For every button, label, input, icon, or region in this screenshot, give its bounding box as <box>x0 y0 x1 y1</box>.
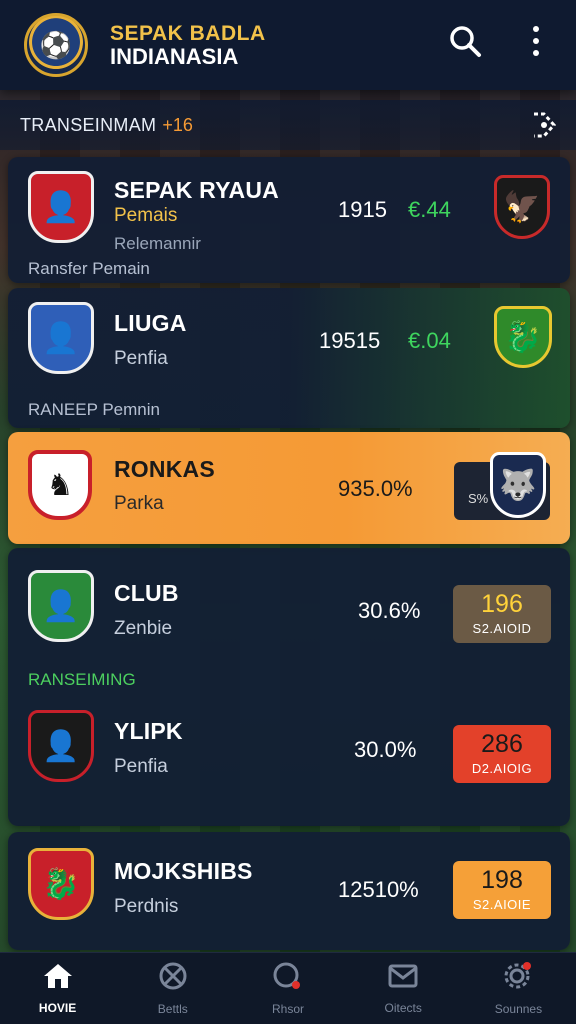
value-delta: €.04 <box>408 328 451 353</box>
stat-pill[interactable]: 198 S2.AIOIE <box>453 861 551 919</box>
player-crest-icon: 👤 <box>28 710 94 782</box>
section-badge: +16 <box>162 114 193 135</box>
stat-pill-number: 198 <box>481 866 523 894</box>
nav-label: Sounnes <box>494 1002 543 1016</box>
nav-referee[interactable]: Rhsor <box>230 953 345 1024</box>
nav-home[interactable]: HOVIE <box>0 953 115 1024</box>
player-subtitle: Penfia <box>114 348 168 369</box>
player-card[interactable]: 👤 SEPAK RYAUA Pemais Relemannir Ransfer … <box>8 157 570 283</box>
ball-icon <box>158 961 188 998</box>
nav-label: Rhsor <box>272 1002 305 1016</box>
transfer-value: 1915 <box>338 197 387 222</box>
transfer-value: 30.0% <box>354 737 417 762</box>
inbox-icon <box>387 962 419 997</box>
transfer-footer: RANEEP Pemnin <box>28 400 160 419</box>
app-logo-icon: ⚽ <box>24 13 88 77</box>
player-name: CLUB <box>114 580 179 606</box>
nav-label: Bettls <box>157 1002 188 1016</box>
transfer-value: 12510% <box>338 877 419 902</box>
bottom-nav: HOVIE Bettls Rhsor Oitects Sounnes <box>0 952 576 1024</box>
stat-pill-label: S2.AIOID <box>472 621 532 636</box>
stat-pill-number: 286 <box>481 730 523 758</box>
home-icon <box>42 962 74 997</box>
share-icon[interactable] <box>528 110 558 147</box>
player-subtitle: Parka <box>114 493 164 514</box>
player-subtitle: Zenbie <box>114 618 173 639</box>
stat-pill-number: 196 <box>481 590 523 618</box>
transfer-footer: RANSEIMING <box>28 670 136 689</box>
transfer-value: 19515 <box>319 328 381 353</box>
stat-pill[interactable]: 196 S2.AIOID <box>453 585 551 643</box>
player-name: YLIPK <box>114 718 183 744</box>
player-list-group: 👤 CLUB Zenbie 30.6% 196 S2.AIOID RANSEIM… <box>8 548 570 826</box>
search-icon[interactable] <box>448 24 482 67</box>
player-card-highlighted[interactable]: ♞ RONKAS Parka 935.0% S% 🐺 <box>8 432 570 544</box>
player-line3: Relemannir <box>114 234 201 253</box>
player-subtitle: Pemais <box>114 205 178 226</box>
value-pill-text: S% <box>468 490 489 506</box>
settings-icon <box>502 961 534 998</box>
transfer-footer: Ransfer Pemain <box>28 259 150 278</box>
club-badge-icon: 🐉 <box>494 306 552 368</box>
whistle-icon <box>272 961 304 998</box>
player-card[interactable]: 🐉 MOJKSHIBS Perdnis 12510% 198 S2.AIOIE <box>8 832 570 950</box>
stat-pill-label: S2.AIOIE <box>472 897 532 912</box>
player-name: LIUGA <box>114 310 187 336</box>
nav-label: HOVIE <box>38 1001 77 1015</box>
app-title-line2: INDIANASIA <box>110 43 239 69</box>
stat-pill[interactable]: 286 D2.AIOIG <box>453 725 551 783</box>
player-crest-icon: 👤 <box>28 302 94 374</box>
transfer-value: 30.6% <box>358 598 421 623</box>
club-badge-icon: 🦅 <box>494 175 550 239</box>
app-title-line1: SEPAK BADLA <box>110 21 266 45</box>
transfer-value: 935.0% <box>338 476 413 501</box>
club-crest-icon: ♞ <box>28 450 92 520</box>
stat-pill-label: D2.AIOIG <box>471 761 533 776</box>
nav-bets[interactable]: Bettls <box>115 953 230 1024</box>
player-crest-icon: 👤 <box>28 570 94 642</box>
player-name: SEPAK RYAUA <box>114 177 279 203</box>
nav-settings[interactable]: Sounnes <box>461 953 576 1024</box>
section-header: TRANSEINMAM +16 <box>0 100 576 150</box>
section-title: TRANSEINMAM <box>20 114 157 135</box>
nav-label: Oitects <box>384 1001 422 1015</box>
nav-objects[interactable]: Oitects <box>346 953 461 1024</box>
app-header: ⚽ SEPAK BADLA INDIANASIA <box>0 0 576 90</box>
player-card[interactable]: 👤 LIUGA Penfia RANEEP Pemnin 19515 €.04 … <box>8 288 570 428</box>
value-delta: €.44 <box>408 197 451 222</box>
player-subtitle: Penfia <box>114 756 168 777</box>
player-subtitle: Perdnis <box>114 896 179 917</box>
more-vertical-icon[interactable] <box>530 24 542 66</box>
player-crest-icon: 👤 <box>28 171 94 243</box>
player-name: RONKAS <box>114 456 215 482</box>
club-crest-icon: 🐉 <box>28 848 94 920</box>
club-badge-icon: 🐺 <box>490 452 546 518</box>
player-name: MOJKSHIBS <box>114 858 253 884</box>
app-title: SEPAK BADLA INDIANASIA <box>110 23 266 68</box>
